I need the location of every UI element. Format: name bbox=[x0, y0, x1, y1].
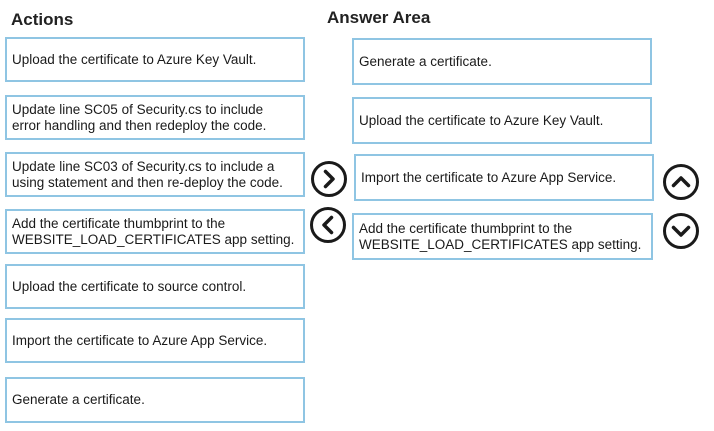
actions-heading: Actions bbox=[11, 10, 74, 29]
chevron-up-icon bbox=[663, 164, 699, 200]
action-item-text: Generate a certificate. bbox=[12, 392, 145, 407]
answer-item-upload-key-vault[interactable]: Upload the certificate to Azure Key Vaul… bbox=[352, 97, 652, 144]
answer-item-import-app-service[interactable]: Import the certificate to Azure App Serv… bbox=[354, 154, 654, 201]
action-item-text: Update line SC03 of Security.cs to inclu… bbox=[12, 158, 283, 190]
answer-item-add-thumbprint[interactable]: Add the certificate thumbprint to the WE… bbox=[352, 213, 653, 260]
action-item-text: Upload the certificate to source control… bbox=[12, 278, 247, 294]
answer-area-heading: Answer Area bbox=[327, 8, 431, 27]
answer-item-text: Add the certificate thumbprint to the WE… bbox=[359, 220, 642, 252]
action-item-text: Import the certificate to Azure App Serv… bbox=[12, 332, 268, 348]
answer-item-text: Generate a certificate. bbox=[359, 53, 492, 69]
chevron-right-icon bbox=[311, 161, 347, 197]
action-item-text: Add the certificate thumbprint to the WE… bbox=[12, 215, 295, 247]
action-item-add-thumbprint[interactable]: Add the certificate thumbprint to the WE… bbox=[5, 209, 305, 254]
action-item-import-app-service[interactable]: Import the certificate to Azure App Serv… bbox=[5, 318, 305, 363]
move-up-button[interactable] bbox=[662, 163, 700, 201]
action-item-upload-source-control[interactable]: Upload the certificate to source control… bbox=[5, 264, 305, 309]
action-item-text: Upload the certificate to Azure Key Vaul… bbox=[12, 51, 257, 67]
chevron-down-icon bbox=[663, 213, 699, 249]
chevron-left-icon bbox=[310, 207, 346, 243]
move-down-button[interactable] bbox=[662, 212, 700, 250]
move-right-button[interactable] bbox=[310, 160, 348, 198]
action-item-generate-certificate[interactable]: Generate a certificate. bbox=[5, 377, 305, 423]
answer-item-generate-certificate[interactable]: Generate a certificate. bbox=[352, 38, 652, 85]
action-item-upload-key-vault[interactable]: Upload the certificate to Azure Key Vaul… bbox=[5, 37, 305, 82]
answer-item-text: Import the certificate to Azure App Serv… bbox=[361, 169, 617, 185]
move-left-button[interactable] bbox=[309, 206, 347, 244]
action-item-update-sc03[interactable]: Update line SC03 of Security.cs to inclu… bbox=[5, 152, 305, 197]
action-item-update-sc05[interactable]: Update line SC05 of Security.cs to inclu… bbox=[5, 95, 305, 140]
answer-item-text: Upload the certificate to Azure Key Vaul… bbox=[359, 112, 604, 128]
action-item-text: Update line SC05 of Security.cs to inclu… bbox=[12, 101, 267, 133]
